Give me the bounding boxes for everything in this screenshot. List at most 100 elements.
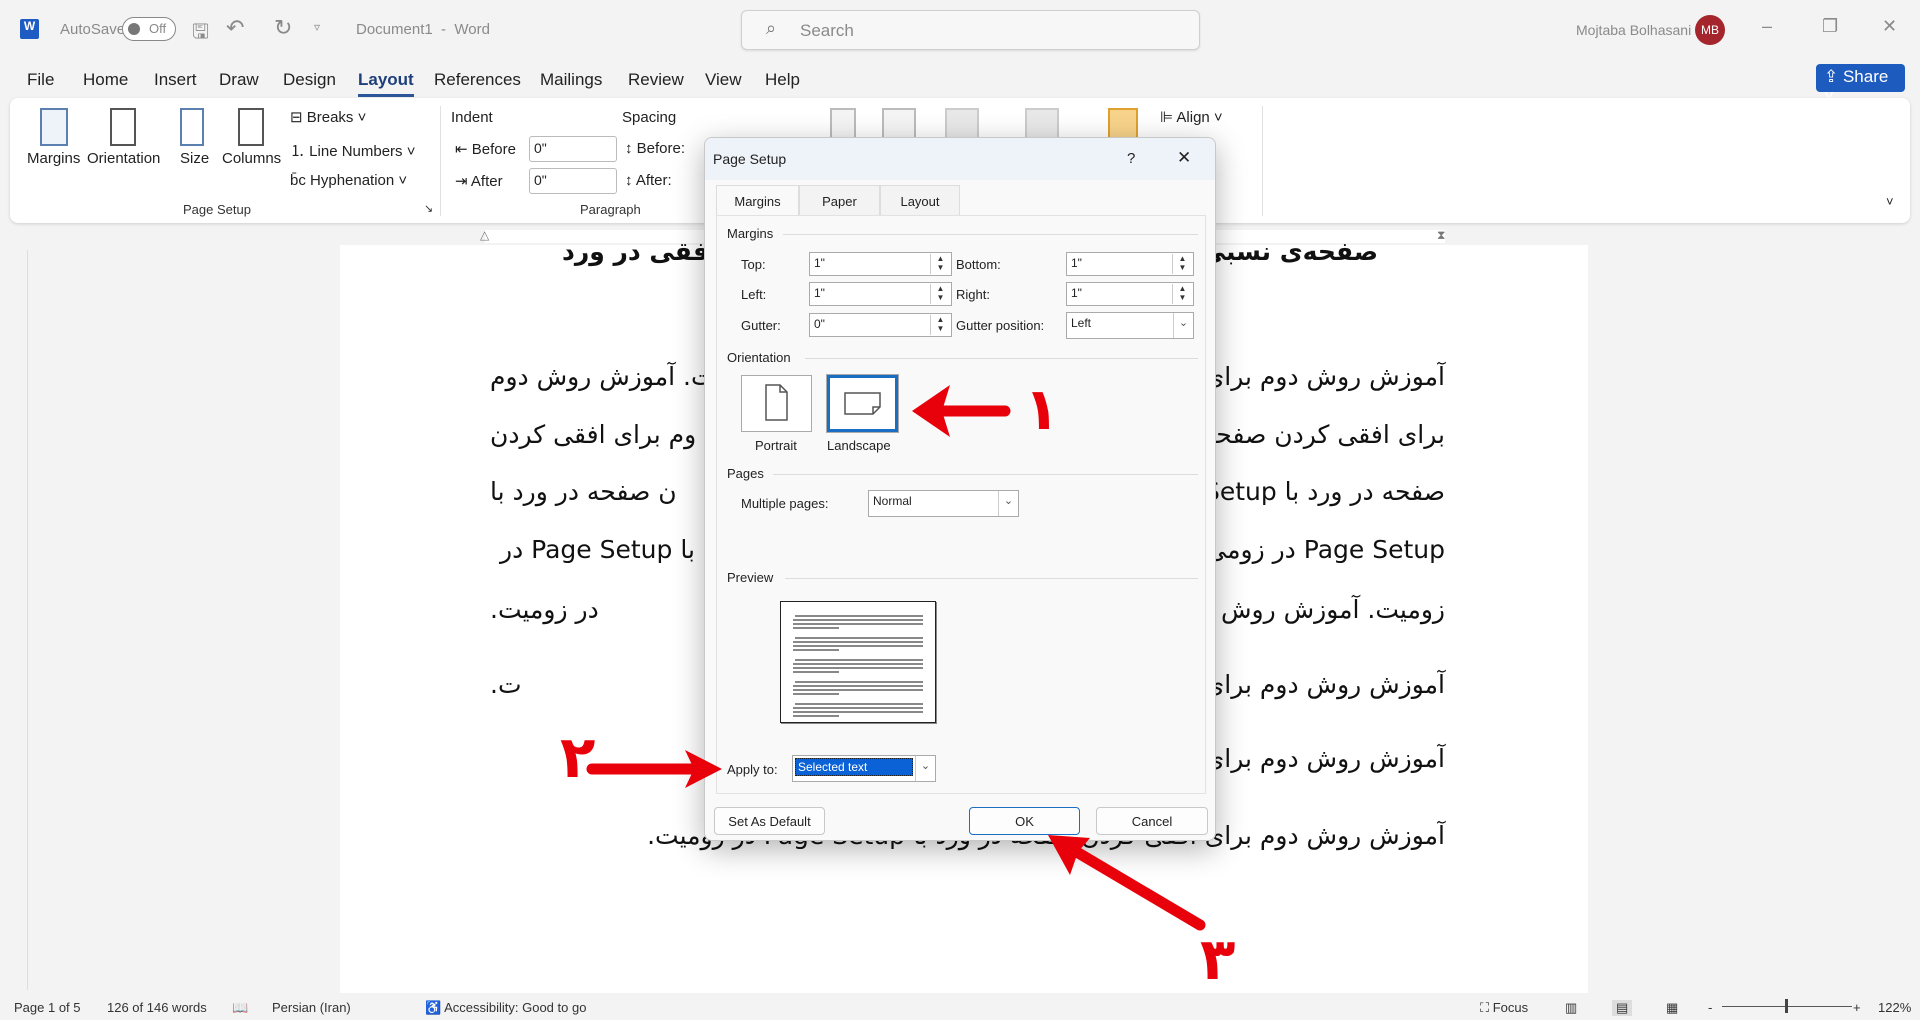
language[interactable]: Persian (Iran) — [272, 1000, 351, 1015]
spinner-arrows-icon[interactable]: ▲ ▼ — [930, 284, 950, 304]
tab-references[interactable]: References — [434, 70, 521, 90]
page-setup-dialog: Page Setup ? ✕ Margins Paper Layout Marg… — [704, 137, 1216, 841]
accessibility-status[interactable]: ♿ Accessibility: Good to go — [425, 1000, 586, 1016]
share-button[interactable]: ⇪ Share ˅ — [1816, 64, 1905, 106]
print-layout-icon[interactable]: ▤ — [1612, 1000, 1633, 1016]
left-margin-input[interactable]: 1" ▲ ▼ — [809, 282, 952, 306]
zoom-out-button[interactable]: - — [1708, 1000, 1712, 1015]
divider — [783, 234, 1198, 235]
right-label: Right: — [956, 287, 990, 302]
top-margin-input[interactable]: 1" ▲ ▼ — [809, 252, 952, 276]
avatar[interactable]: MB — [1695, 15, 1725, 45]
top-label: Top: — [741, 257, 766, 272]
user-name[interactable]: Mojtaba Bolhasani — [1576, 22, 1691, 38]
align-icon: ⊫ — [1160, 109, 1177, 126]
tab-insert[interactable]: Insert — [154, 70, 197, 90]
tab-review[interactable]: Review — [628, 70, 684, 90]
pages-section-label: Pages — [727, 466, 764, 481]
size-icon — [180, 108, 204, 146]
spinner-arrows-icon[interactable]: ▲ ▼ — [1172, 254, 1192, 274]
orientation-button[interactable]: Orientation — [87, 150, 160, 167]
step-1-label: ۱ — [1024, 375, 1060, 443]
redo-icon[interactable]: ↻ — [274, 15, 292, 41]
save-icon[interactable]: 🖫 — [192, 17, 209, 51]
hyphenation-label: Hyphenation — [310, 172, 395, 189]
zoom-in-button[interactable]: + — [1853, 1000, 1861, 1015]
tab-mailings[interactable]: Mailings — [540, 70, 602, 90]
title-bar: W AutoSave Off 🖫 ↶ ↻ ▿ Document1 - Word … — [0, 0, 1920, 56]
columns-button[interactable]: Columns — [222, 150, 281, 167]
line-numbers-label: Line Numbers — [309, 143, 403, 160]
zoom-slider-thumb[interactable] — [1785, 999, 1788, 1013]
focus-button[interactable]: ⛶ Focus — [1480, 1000, 1528, 1016]
tab-layout[interactable]: Layout — [880, 185, 960, 216]
indent-marker-icon[interactable]: △ — [480, 228, 489, 242]
vertical-ruler[interactable] — [0, 250, 28, 990]
word-count[interactable]: 126 of 146 words — [107, 1000, 207, 1015]
chevron-down-icon: ⌄ — [915, 756, 935, 781]
portrait-label: Portrait — [755, 438, 797, 453]
breaks-label: Breaks — [306, 109, 354, 126]
hyphenation-button[interactable]: b̄c Hyphenation ˅ — [290, 172, 407, 189]
breaks-button[interactable]: ⊟ Breaks ˅ — [290, 108, 366, 126]
bottom-margin-input[interactable]: 1" ▲ ▼ — [1066, 252, 1194, 276]
set-as-default-button[interactable]: Set As Default — [714, 807, 825, 835]
indent-after-input[interactable]: 0" — [529, 168, 617, 194]
minimize-icon[interactable]: – — [1762, 16, 1772, 37]
restore-icon[interactable]: ❐ — [1822, 16, 1838, 37]
tab-layout[interactable]: Layout — [358, 70, 414, 97]
tab-help[interactable]: Help — [765, 70, 800, 90]
paragraph-line-right: برای افقی کردن صفحه — [1202, 420, 1445, 449]
multiple-pages-select[interactable]: Normal ⌄ — [868, 490, 1019, 517]
tab-paper[interactable]: Paper — [799, 185, 880, 216]
tab-file[interactable]: File — [27, 70, 54, 90]
zoom-level[interactable]: 122% — [1878, 1000, 1911, 1015]
spinner-arrows-icon[interactable]: ▲ ▼ — [930, 315, 950, 335]
align-button[interactable]: ⊫ Align ˅ — [1160, 108, 1223, 126]
gutter-position-select[interactable]: Left ⌄ — [1066, 312, 1194, 339]
orientation-section-label: Orientation — [727, 350, 791, 365]
read-mode-icon[interactable]: ▥ — [1565, 1000, 1577, 1016]
gutter-label: Gutter: — [741, 318, 781, 333]
align-label: Align — [1176, 109, 1210, 126]
portrait-button[interactable] — [741, 375, 812, 432]
paragraph-line-right: آموزش روش دوم برای — [1204, 670, 1445, 699]
close-dialog-button[interactable]: ✕ — [1177, 148, 1191, 168]
help-button[interactable]: ? — [1127, 150, 1135, 167]
collapse-ribbon-icon[interactable]: ˅ — [1886, 194, 1894, 209]
tab-view[interactable]: View — [705, 70, 742, 90]
proofing-icon[interactable]: 📖 — [232, 1000, 248, 1016]
tab-margins[interactable]: Margins — [716, 185, 799, 217]
page-setup-group-label: Page Setup — [183, 202, 251, 217]
right-margin-input[interactable]: 1" ▲ ▼ — [1066, 282, 1194, 306]
gutter-input[interactable]: 0" ▲ ▼ — [809, 313, 952, 337]
cancel-button[interactable]: Cancel — [1096, 807, 1208, 835]
margins-button[interactable]: Margins — [27, 150, 80, 167]
ok-button[interactable]: OK — [969, 807, 1080, 835]
tab-home[interactable]: Home — [83, 70, 128, 90]
spinner-arrows-icon[interactable]: ▲ ▼ — [1172, 284, 1192, 304]
line-numbers-button[interactable]: ⒈ Line Numbers ˅ — [290, 140, 416, 161]
document-title: Document1 - Word — [356, 21, 490, 38]
indent-before-input[interactable]: 0" — [529, 136, 617, 162]
dialog-title-bar[interactable]: Page Setup ? ✕ — [705, 138, 1215, 180]
undo-icon[interactable]: ↶ — [226, 15, 244, 41]
search-box[interactable]: ⌕ Search — [741, 10, 1200, 50]
group-divider — [440, 106, 441, 216]
tab-draw[interactable]: Draw — [219, 70, 259, 90]
size-button[interactable]: Size — [180, 150, 209, 167]
close-window-icon[interactable]: ✕ — [1882, 16, 1897, 37]
chevron-down-icon: ⌄ — [998, 491, 1018, 516]
page-setup-launcher-icon[interactable]: ↘ — [424, 202, 433, 215]
page-count[interactable]: Page 1 of 5 — [14, 1000, 81, 1015]
autosave-toggle[interactable]: Off — [122, 17, 176, 41]
paragraph-line-left: در زومیت. — [490, 595, 599, 624]
web-layout-icon[interactable]: ▦ — [1666, 1000, 1678, 1016]
customize-qat-icon[interactable]: ▿ — [314, 20, 320, 34]
landscape-button[interactable] — [826, 374, 899, 433]
zoom-slider[interactable] — [1722, 999, 1852, 1013]
tab-design[interactable]: Design — [283, 70, 336, 90]
apply-to-select[interactable]: Selected text ⌄ — [792, 755, 936, 782]
indent-marker-icon[interactable]: ⧗ — [1437, 228, 1445, 243]
spinner-arrows-icon[interactable]: ▲ ▼ — [930, 254, 950, 274]
